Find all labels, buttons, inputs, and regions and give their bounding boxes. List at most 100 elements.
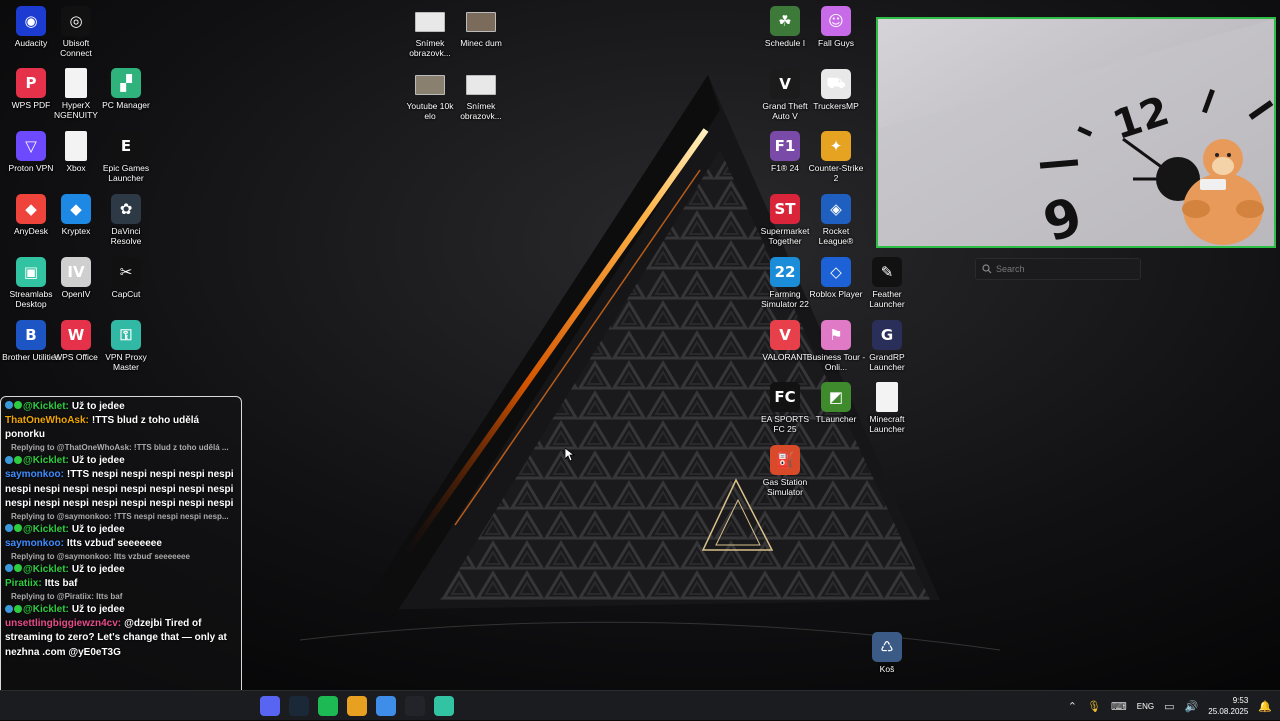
chat-message: @Kicklet: Už to jedee bbox=[5, 602, 237, 617]
chat-message: @Kicklet: Už to jedee bbox=[5, 522, 237, 537]
feather-icon: ✎ bbox=[872, 257, 902, 287]
desktop-icon-minec-dum[interactable]: Minec dum bbox=[453, 6, 509, 48]
chat-message: @Kicklet: Už to jedee bbox=[5, 399, 237, 414]
badge-icon bbox=[5, 564, 13, 573]
language-indicator[interactable]: ENG bbox=[1137, 702, 1154, 711]
desktop-icon-vpn-proxy[interactable]: ⚿ VPN Proxy Master bbox=[98, 320, 154, 372]
badge-icon bbox=[5, 455, 13, 464]
chat-message: saymonkoo: Itts vzbuď seeeeeee bbox=[5, 537, 237, 551]
chat-badges bbox=[5, 399, 23, 413]
microphone-icon[interactable]: 🎙 bbox=[1087, 700, 1101, 713]
desktop-icon-minecraft-launcher[interactable]: Minecraft Launcher bbox=[859, 382, 915, 434]
desktop-icon-label: Minec dum bbox=[460, 38, 502, 48]
verified-badge-icon bbox=[14, 524, 22, 533]
chat-username[interactable]: @Kicklet: bbox=[23, 455, 69, 466]
desktop-icon-valorant[interactable]: V VALORANT bbox=[757, 320, 813, 362]
desktop-icon-tlauncher[interactable]: ◩ TLauncher bbox=[808, 382, 864, 424]
cs2-icon: ✦ bbox=[821, 131, 851, 161]
chat-username[interactable]: saymonkoo: bbox=[5, 538, 64, 549]
youtube-10k-icon bbox=[415, 75, 445, 95]
chat-username[interactable]: saymonkoo: bbox=[5, 469, 64, 480]
desktop-icon-cs2[interactable]: ✦ Counter-Strike 2 bbox=[808, 131, 864, 183]
gas-station-icon: ⛽ bbox=[770, 445, 800, 475]
desktop-icon-ubisoft[interactable]: ◎ Ubisoft Connect bbox=[48, 6, 104, 58]
desktop-icon-feather[interactable]: ✎ Feather Launcher bbox=[859, 257, 915, 309]
taskbar-chrome-2-icon[interactable] bbox=[376, 696, 396, 716]
desktop-icon-schedule-i[interactable]: ☘ Schedule I bbox=[757, 6, 813, 48]
chat-username[interactable]: @Kicklet: bbox=[23, 524, 69, 535]
taskbar-steam-icon[interactable] bbox=[289, 696, 309, 716]
verified-badge-icon bbox=[14, 604, 22, 613]
desktop-icon-supermarket[interactable]: ST Supermarket Together bbox=[757, 194, 813, 246]
chat-username[interactable]: ThatOneWhoAsk: bbox=[5, 415, 89, 426]
badge-icon bbox=[5, 401, 13, 410]
fall-guys-icon: ☺ bbox=[821, 6, 851, 36]
supermarket-icon: ST bbox=[770, 194, 800, 224]
keyboard-icon[interactable]: ⌨ bbox=[1111, 700, 1127, 713]
desktop-icon-davinci[interactable]: ✿ DaVinci Resolve bbox=[98, 194, 154, 246]
snimek-2-icon bbox=[466, 75, 496, 95]
chat-text: Už to jedee bbox=[71, 455, 125, 467]
stream-chat-overlay: @Kicklet: Už to jedee ThatOneWhoAsk: !TTS b… bbox=[0, 396, 242, 720]
search-input[interactable]: Search bbox=[975, 258, 1141, 280]
chat-username[interactable]: @Kicklet: bbox=[23, 401, 69, 412]
recycle-bin-icon: ♺ bbox=[872, 632, 902, 662]
desktop-icon-label: Rocket League® bbox=[818, 226, 854, 246]
desktop-icon-epic[interactable]: E Epic Games Launcher bbox=[98, 131, 154, 183]
chat-reply-context: Replying to @saymonkoo: Itts vzbuď seeee… bbox=[11, 552, 190, 562]
grandrp-icon: G bbox=[872, 320, 902, 350]
verified-badge-icon bbox=[14, 455, 22, 464]
desktop-icon-ea-fc25[interactable]: FC EA SPORTS FC 25 bbox=[757, 382, 813, 434]
desktop-icon-youtube-10k[interactable]: Youtube 10k elo bbox=[402, 69, 458, 121]
network-icon[interactable]: ▭ bbox=[1164, 700, 1174, 713]
desktop-icon-farming-sim[interactable]: 22 Farming Simulator 22 bbox=[757, 257, 813, 309]
taskbar-audacity-task-icon[interactable] bbox=[405, 696, 425, 716]
desktop-icon-label: Minecraft Launcher bbox=[869, 414, 905, 434]
webcam-overlay: 12 9 bbox=[876, 17, 1276, 248]
desktop-icon-snimek-1[interactable]: Snímek obrazovk... bbox=[402, 6, 458, 58]
ea-fc25-icon: FC bbox=[770, 382, 800, 412]
chevron-up-icon[interactable]: ⌃ bbox=[1068, 700, 1077, 713]
business-tour-icon: ⚑ bbox=[821, 320, 851, 350]
hyperx-icon bbox=[65, 68, 87, 98]
taskbar-chrome-icon[interactable] bbox=[347, 696, 367, 716]
desktop-icon-fall-guys[interactable]: ☺ Fall Guys bbox=[808, 6, 864, 48]
truckersmp-icon: ⛟ bbox=[821, 69, 851, 99]
desktop-icon-capcut[interactable]: ✂ CapCut bbox=[98, 257, 154, 299]
desktop-icon-business-tour[interactable]: ⚑ Business Tour - Onli... bbox=[807, 320, 865, 372]
desktop-icon-gas-station[interactable]: ⛽ Gas Station Simulator bbox=[757, 445, 813, 497]
desktop-icon-f1-24[interactable]: F1 F1® 24 bbox=[757, 131, 813, 173]
snimek-1-icon bbox=[415, 12, 445, 32]
badge-icon bbox=[5, 524, 13, 533]
desktop-icon-snimek-2[interactable]: Snímek obrazovk... bbox=[453, 69, 509, 121]
taskbar-spotify-icon[interactable] bbox=[318, 696, 338, 716]
desktop-icon-hyperx[interactable]: HyperX NGENUITY bbox=[48, 68, 104, 120]
desktop-icon-grandrp[interactable]: G GrandRP Launcher bbox=[859, 320, 915, 372]
chat-username[interactable]: Piratiix: bbox=[5, 578, 42, 589]
desktop-icon-recycle-bin[interactable]: ♺ Koš bbox=[859, 632, 915, 674]
xbox-icon bbox=[65, 131, 87, 161]
taskbar-discord-icon[interactable] bbox=[260, 696, 280, 716]
chat-badges bbox=[5, 562, 23, 576]
desktop-icon-gta-v[interactable]: V Grand Theft Auto V bbox=[757, 69, 813, 121]
desktop-icon-truckersmp[interactable]: ⛟ TruckersMP bbox=[808, 69, 864, 111]
desktop-icon-roblox-player[interactable]: ◇ Roblox Player bbox=[808, 257, 864, 299]
desktop-icon-rocket-league[interactable]: ◈ Rocket League® bbox=[808, 194, 864, 246]
volume-icon[interactable]: 🔊 bbox=[1185, 700, 1199, 713]
chat-username[interactable]: @Kicklet: bbox=[23, 564, 69, 575]
desktop-icon-label: Fall Guys bbox=[818, 38, 854, 48]
chat-username[interactable]: unsettlingbiggiewzn4cv: bbox=[5, 618, 121, 629]
notification-bell-icon[interactable]: 🔔 bbox=[1258, 700, 1272, 713]
taskbar-streamlabs-task-icon[interactable] bbox=[434, 696, 454, 716]
taskbar-clock[interactable]: 9:53 25.08.2025 bbox=[1208, 695, 1248, 717]
chat-message: @Kicklet: Už to jedee bbox=[5, 562, 237, 577]
wps-office-icon: W bbox=[61, 320, 91, 350]
chat-message: ThatOneWhoAsk: !TTS blud z toho udělá pon… bbox=[5, 414, 237, 442]
chat-badges bbox=[5, 602, 23, 616]
valorant-icon: V bbox=[770, 320, 800, 350]
desktop-icon-pc-manager[interactable]: ▞ PC Manager bbox=[98, 68, 154, 110]
verified-badge-icon bbox=[14, 401, 22, 410]
chat-username[interactable]: @Kicklet: bbox=[23, 604, 69, 615]
clock-time: 9:53 bbox=[1232, 696, 1249, 705]
audacity-icon: ◉ bbox=[16, 6, 46, 36]
